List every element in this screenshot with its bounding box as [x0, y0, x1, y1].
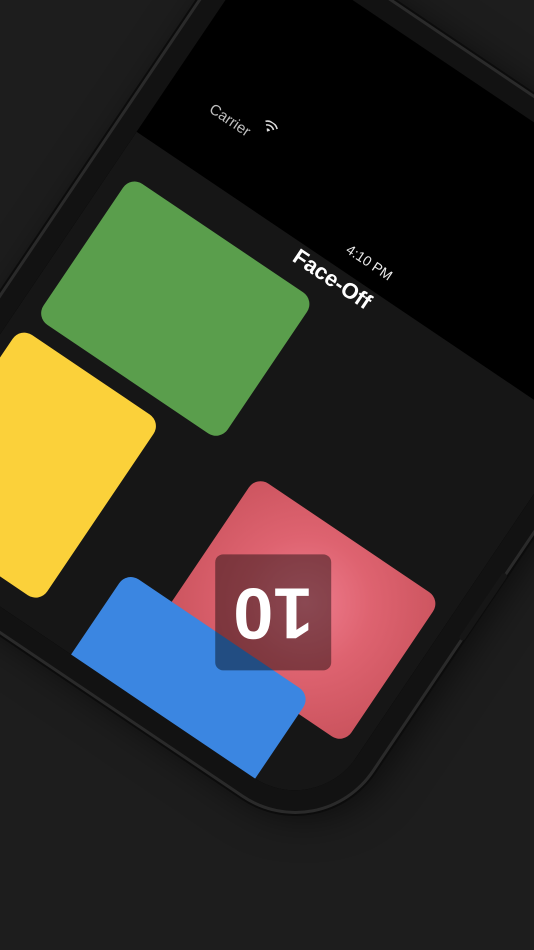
game-board	[0, 131, 534, 819]
promo-scene: 10 Carrier 4:10 PM Face-Off	[0, 0, 534, 950]
carrier-label: Carrier	[206, 100, 254, 141]
countdown-number: 10	[233, 572, 314, 653]
phone-screen: 10 Carrier 4:10 PM Face-Off	[0, 0, 534, 819]
wifi-icon	[258, 117, 280, 139]
secondary-overlay-box	[18, 752, 73, 819]
